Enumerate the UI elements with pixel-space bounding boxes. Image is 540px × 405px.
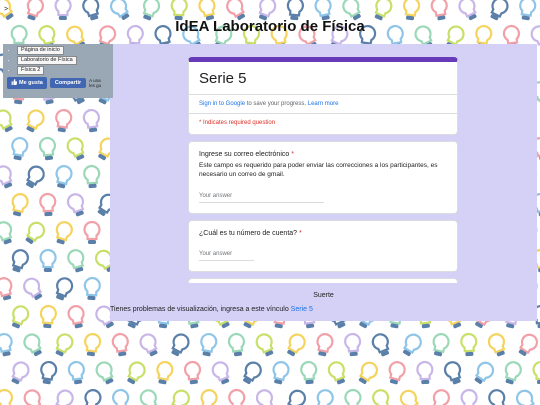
lightbulb-icon [55,221,73,245]
nav-link-lab[interactable]: Laboratorio de Física [17,56,77,65]
question-title-text: Ingrese su correo electrónico [199,151,290,158]
lightbulb-icon [488,389,506,405]
lightbulb-icon [39,248,57,273]
lightbulb-icon [518,333,539,356]
required-star: * [291,151,294,158]
site-title: IdEA Laboratorio de Física [175,18,365,35]
problems-text: Tienes problemas de visualización, ingre… [110,306,291,313]
required-star: * [299,230,302,237]
nav-menu: Página de inicio Laboratorio de Física F… [3,44,113,98]
lightbulb-icon [211,361,230,385]
lightbulb-icon [39,304,57,329]
lightbulb-icon [344,388,362,405]
like-label: Me gusta [19,80,43,86]
lightbulb-icon [460,388,478,405]
signin-line: Sign in to Google to save your progress.… [189,95,457,113]
lightbulb-icon [39,192,57,217]
lightbulb-icon [55,165,73,189]
lightbulb-icon [460,332,478,357]
lightbulb-icon [67,249,85,273]
lightbulb-icon [84,389,102,405]
nav-item-home[interactable]: Página de inicio [17,46,109,55]
top-marker: > [4,6,9,13]
lightbulb-icon [84,333,102,357]
question-card-account: ¿Cuál es tu número de cuenta? * Your ans… [188,220,458,272]
social-side-text: A una les gu [89,78,102,88]
lightbulb-icon [83,220,101,244]
lightbulb-icon [26,165,45,189]
lightbulb-icon [82,109,100,133]
nav-item-lab[interactable]: Laboratorio de Física [17,56,109,65]
form-header-card: Serie 5 Sign in to Google to save your p… [188,57,458,135]
lightbulb-icon [316,333,334,357]
lightbulb-icon [372,389,390,405]
next-card-partial [188,278,458,283]
nav-link-home[interactable]: Página de inicio [17,46,64,55]
lightbulb-icon [55,109,73,133]
lightbulb-icon [432,333,450,357]
question-title-text: ¿Cuál es tu número de cuenta? [199,230,298,237]
serie5-link[interactable]: Serie 5 [291,306,313,313]
suerte-text: Suerte [313,292,334,299]
form-title: Serie 5 [199,70,247,87]
nav-item-fisica2[interactable]: Física 2 [17,66,109,75]
lightbulb-icon [300,360,318,385]
social-row: Me gusta Compartir A una les gu [7,77,109,89]
lightbulb-icon [83,164,101,189]
lightbulb-icon [532,361,540,384]
lightbulb-icon [416,360,434,385]
lightbulb-icon [228,388,246,405]
lightbulb-icon [38,136,57,161]
lightbulb-icon [67,305,85,329]
email-answer-input[interactable]: Your answer [199,193,324,203]
lightbulb-icon [443,361,462,385]
lightbulb-icon [227,332,246,357]
lightbulb-icon [95,361,114,385]
thumbs-up-icon [11,79,18,87]
required-note: * Indicates required question [199,120,276,126]
lightbulb-icon [200,333,218,357]
lightbulb-icon [66,193,85,217]
problems-line: Tienes problemas de visualización, ingre… [110,306,313,313]
lightbulb-icon [327,361,346,385]
nav-link-fisica2[interactable]: Física 2 [17,66,45,75]
signin-text: to save your progress. [245,101,308,107]
question-card-email: Ingrese su correo electrónico * Este cam… [188,141,458,214]
lightbulb-icon [25,221,46,244]
lightbulb-icon [55,277,74,301]
lightbulb-icon [66,137,85,161]
lightbulb-icon [83,276,101,301]
like-button[interactable]: Me gusta [7,77,47,89]
account-answer-input[interactable]: Your answer [199,251,254,261]
lightbulb-icon [402,333,422,357]
lightbulb-icon [55,333,74,357]
question-description: Este campo es requerido para poder envia… [199,162,438,178]
lightbulb-icon [112,388,130,405]
lightbulb-icon [26,109,45,133]
lightbulb-icon [171,333,190,357]
signin-link[interactable]: Sign in to Google [199,101,245,107]
lightbulb-icon [0,388,14,405]
embedded-form[interactable]: Serie 5 Sign in to Google to save your p… [188,57,458,283]
learn-more-link[interactable]: Learn more [308,101,339,107]
lightbulb-icon [344,332,362,357]
question-title: ¿Cuál es tu número de cuenta? * [199,230,447,237]
lightbulb-icon [183,360,202,385]
lightbulb-icon [67,361,85,385]
lightbulb-icon [0,165,13,189]
share-button[interactable]: Compartir [49,78,87,88]
lightbulb-icon [287,333,306,357]
question-title: Ingrese su correo electrónico * [199,151,447,158]
